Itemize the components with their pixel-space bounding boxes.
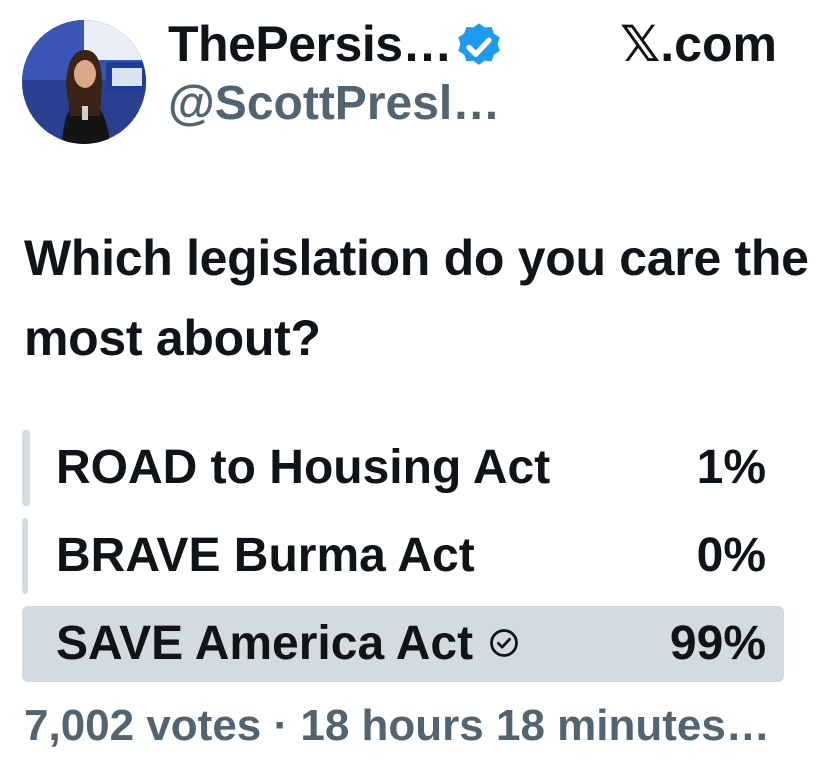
poll-option-label-wrap: SAVE America Act	[56, 606, 519, 682]
author-handle[interactable]: @ScottPresl…	[168, 74, 500, 134]
poll-option-label: ROAD to Housing Act	[56, 441, 551, 494]
poll-question: Which legislation do you care the most a…	[24, 230, 809, 366]
poll-option-label: BRAVE Burma Act	[56, 529, 475, 582]
poll-option-road-to-housing-act: ROAD to Housing Act 1%	[22, 430, 792, 506]
brand-domain: 𝕏.com	[620, 16, 777, 72]
author-display-name[interactable]: ThePersis…	[168, 12, 453, 76]
poll-option-brave-burma-act: BRAVE Burma Act 0%	[22, 518, 792, 594]
poll-option-percent: 99%	[669, 617, 766, 670]
avatar-image	[22, 20, 146, 144]
avatar[interactable]	[22, 20, 146, 144]
poll-bar	[22, 430, 30, 506]
poll-meta: 7,002 votes · 18 hours 18 minutes…	[24, 701, 770, 750]
check-circle-icon	[490, 629, 518, 658]
poll-option-save-america-act: SAVE America Act 99%	[22, 606, 792, 682]
poll-option-percent: 0%	[696, 529, 766, 582]
poll-bar	[22, 518, 28, 594]
poll-option-label: SAVE America Act	[56, 617, 474, 670]
poll-option-percent: 1%	[696, 441, 766, 494]
verified-badge-icon	[458, 23, 500, 65]
